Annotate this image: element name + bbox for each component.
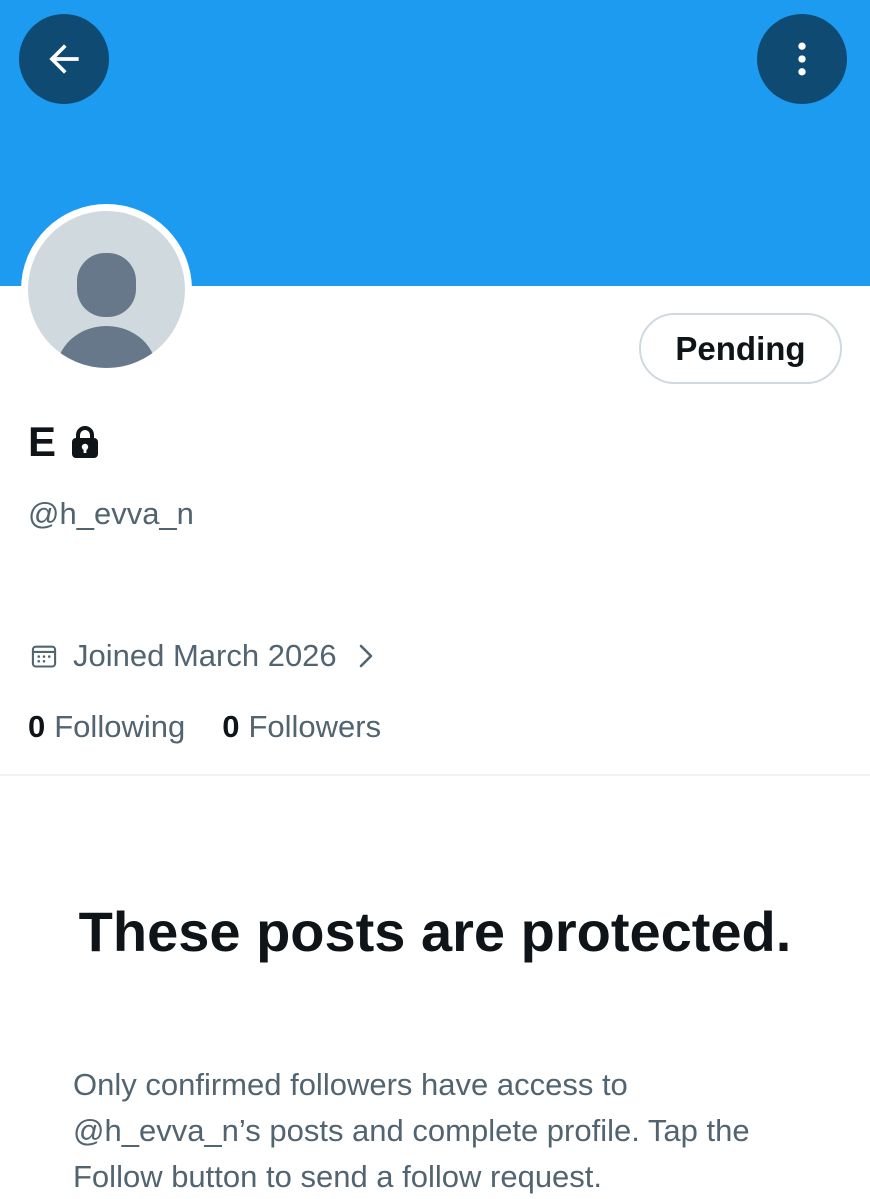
protected-posts-title: These posts are protected.	[78, 900, 792, 963]
pending-button-label: Pending	[675, 329, 806, 367]
joined-date-row[interactable]: Joined March 2026	[30, 635, 375, 677]
following-count: 0	[28, 709, 46, 744]
calendar-icon	[31, 645, 57, 668]
followers-label: Followers	[248, 709, 382, 744]
pending-follow-button[interactable]: Pending	[639, 313, 842, 384]
display-name-row: E	[28, 418, 100, 466]
display-name: E	[28, 418, 57, 465]
following-label: Following	[54, 709, 186, 744]
section-divider	[0, 774, 870, 776]
protected-posts-description: Only confirmed followers have access to …	[73, 1067, 750, 1194]
more-options-button[interactable]	[757, 14, 847, 104]
followers-link[interactable]: 0 Followers	[222, 709, 381, 745]
back-button[interactable]	[19, 14, 109, 104]
more-vertical-icon	[798, 42, 806, 76]
following-link[interactable]: 0 Following	[28, 709, 185, 745]
joined-date: Joined March 2026	[73, 638, 337, 673]
lock-icon	[72, 426, 99, 458]
followers-count: 0	[222, 709, 240, 744]
user-handle: @h_evva_n	[28, 496, 194, 531]
follow-stats: 0 Following 0 Followers	[28, 706, 381, 748]
chevron-right-icon	[357, 642, 375, 670]
default-avatar-icon	[28, 211, 185, 368]
avatar[interactable]	[21, 204, 192, 375]
arrow-left-icon	[49, 44, 79, 74]
